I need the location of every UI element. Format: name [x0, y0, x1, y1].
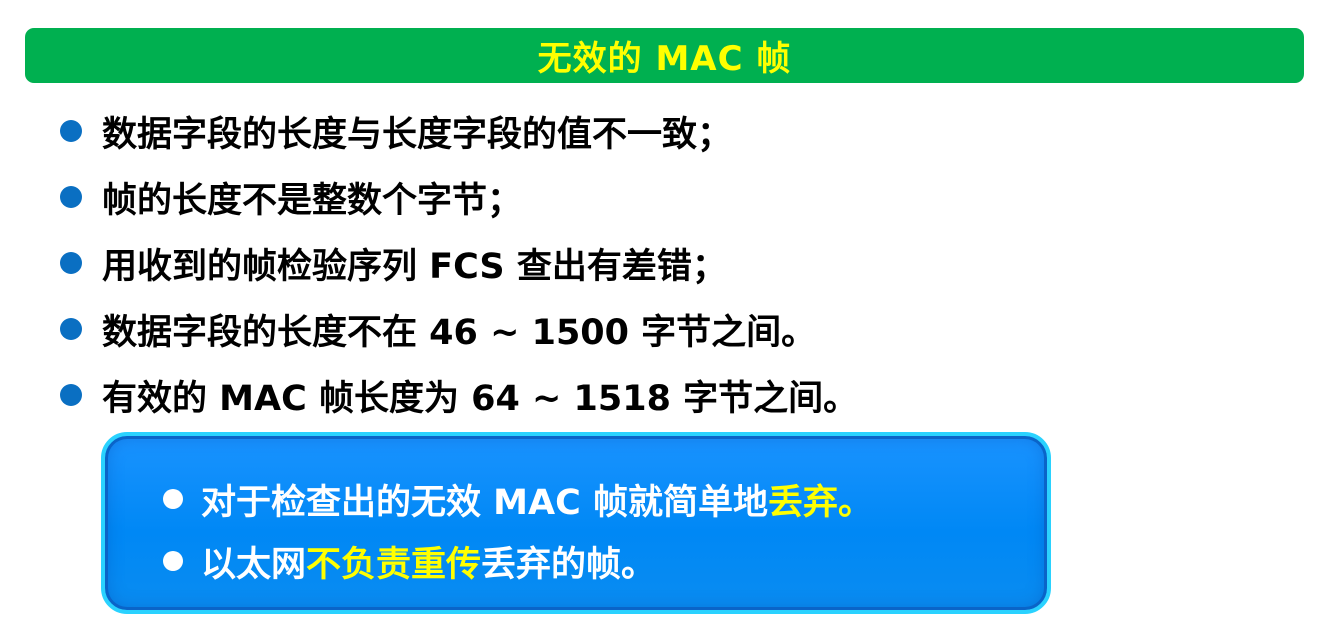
list-item-text: 用收到的帧检验序列 FCS 查出有差错；: [102, 246, 727, 287]
list-item-text: 数据字段的长度不在 46 ~ 1500 字节之间。: [102, 312, 817, 353]
callout-bullet-list: 对于检查出的无效 MAC 帧就简单地 丢弃。 以太网 不负责重传 丢弃的帧。: [163, 468, 873, 592]
bullet-dot-icon: [60, 384, 82, 406]
callout-highlight: 不负责重传: [306, 544, 482, 585]
bullet-dot-icon: [60, 186, 82, 208]
callout-box: 对于检查出的无效 MAC 帧就简单地 丢弃。 以太网 不负责重传 丢弃的帧。: [101, 432, 1051, 614]
bullet-dot-icon: [60, 120, 82, 142]
callout-item-no-retransmit: 以太网 不负责重传 丢弃的帧。: [163, 530, 873, 592]
slide-title: 无效的 MAC 帧: [537, 39, 792, 79]
bullet-dot-icon: [60, 318, 82, 340]
list-item-text: 数据字段的长度与长度字段的值不一致；: [102, 114, 733, 155]
callout-text: 丢弃的帧。: [481, 544, 657, 585]
list-item: 帧的长度不是整数个字节；: [60, 164, 1260, 230]
bullet-dot-icon: [60, 252, 82, 274]
list-item: 数据字段的长度不在 46 ~ 1500 字节之间。: [60, 296, 1260, 362]
callout-text: 对于检查出的无效 MAC 帧就简单地: [201, 482, 768, 523]
list-item-text: 有效的 MAC 帧长度为 64 ~ 1518 字节之间。: [102, 378, 859, 419]
bullet-dot-icon: [163, 489, 183, 509]
title-bar: 无效的 MAC 帧: [25, 28, 1304, 83]
list-item-text: 帧的长度不是整数个字节；: [102, 180, 523, 221]
callout-item-discard: 对于检查出的无效 MAC 帧就简单地 丢弃。: [163, 468, 873, 530]
bullet-dot-icon: [163, 551, 183, 571]
callout-text: 以太网: [201, 544, 307, 585]
list-item: 用收到的帧检验序列 FCS 查出有差错；: [60, 230, 1260, 296]
list-item: 数据字段的长度与长度字段的值不一致；: [60, 98, 1260, 164]
main-bullet-list: 数据字段的长度与长度字段的值不一致； 帧的长度不是整数个字节； 用收到的帧检验序…: [60, 98, 1260, 428]
callout-highlight: 丢弃。: [767, 482, 873, 523]
list-item: 有效的 MAC 帧长度为 64 ~ 1518 字节之间。: [60, 362, 1260, 428]
